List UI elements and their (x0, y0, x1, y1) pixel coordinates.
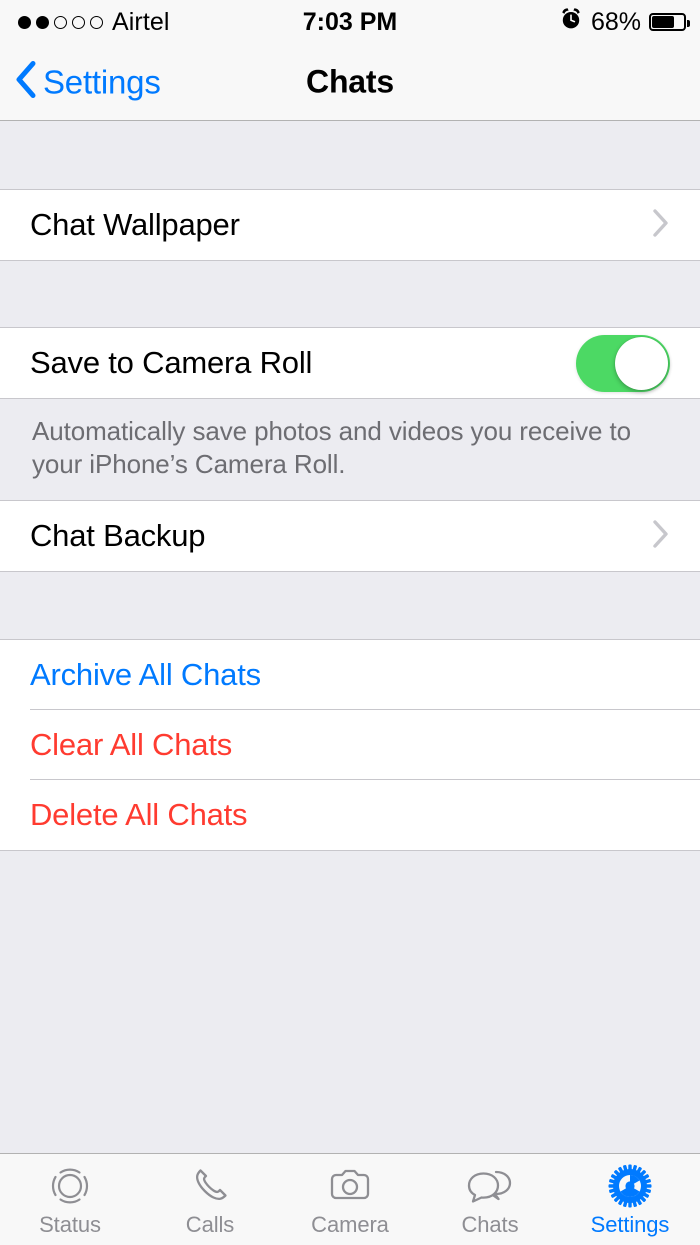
row-chat-wallpaper-label: Chat Wallpaper (30, 207, 240, 242)
battery-percentage: 68% (590, 7, 641, 36)
section-gap-1 (0, 261, 700, 327)
status-bar-right: 68% (559, 7, 690, 38)
row-save-to-camera-roll[interactable]: Save to Camera Roll (0, 328, 700, 398)
row-delete-all-chats[interactable]: Delete All Chats (0, 780, 700, 850)
row-delete-all-chats-label: Delete All Chats (30, 797, 248, 832)
battery-fill (652, 16, 674, 28)
section-gap-top (0, 121, 700, 189)
chevron-right-icon (652, 519, 670, 554)
row-save-to-camera-roll-label: Save to Camera Roll (30, 345, 313, 380)
tab-calls[interactable]: Calls (140, 1154, 280, 1245)
speech-bubbles-icon (466, 1162, 514, 1210)
tab-chats-label: Chats (461, 1212, 519, 1237)
row-chat-backup-label: Chat Backup (30, 518, 206, 553)
phone-handset-icon (187, 1162, 233, 1210)
status-rings-icon (47, 1162, 93, 1210)
section-wallpaper: Chat Wallpaper (0, 189, 700, 261)
phone-screen: Airtel 7:03 PM 68% Settings Chats Chat W… (0, 0, 700, 1245)
row-clear-all-chats[interactable]: Clear All Chats (0, 710, 700, 780)
navigation-bar: Settings Chats (0, 44, 700, 121)
tab-status-label: Status (39, 1212, 101, 1237)
camera-icon (327, 1162, 373, 1210)
section-chat-backup: Chat Backup (0, 500, 700, 572)
battery-icon (649, 13, 690, 31)
camera-roll-footer-text: Automatically save photos and videos you… (0, 399, 700, 500)
chevron-right-icon (652, 208, 670, 243)
tab-chats[interactable]: Chats (420, 1154, 560, 1245)
gear-icon (607, 1162, 653, 1210)
row-archive-all-chats[interactable]: Archive All Chats (0, 640, 700, 710)
row-archive-all-chats-label: Archive All Chats (30, 657, 261, 692)
tab-status[interactable]: Status (0, 1154, 140, 1245)
toggle-knob (615, 336, 668, 390)
section-camera-roll: Save to Camera Roll (0, 327, 700, 399)
alarm-clock-icon (559, 7, 583, 38)
tab-camera[interactable]: Camera (280, 1154, 420, 1245)
section-gap-2 (0, 572, 700, 639)
tab-calls-label: Calls (185, 1212, 235, 1237)
row-chat-backup[interactable]: Chat Backup (0, 501, 700, 571)
row-clear-all-chats-label: Clear All Chats (30, 727, 233, 762)
status-bar: Airtel 7:03 PM 68% (0, 0, 700, 44)
settings-list: Chat Wallpaper Save to Camera Roll Autom… (0, 121, 700, 1153)
row-chat-wallpaper[interactable]: Chat Wallpaper (0, 190, 700, 260)
tab-bar: Status Calls Camera Chats Settings (0, 1153, 700, 1245)
tab-camera-label: Camera (311, 1212, 389, 1237)
page-title: Chats (306, 63, 394, 100)
save-to-camera-roll-toggle[interactable] (576, 334, 670, 392)
tab-settings[interactable]: Settings (560, 1154, 700, 1245)
section-chat-actions: Archive All Chats Clear All Chats Delete… (0, 639, 700, 851)
tab-settings-label: Settings (590, 1212, 670, 1237)
